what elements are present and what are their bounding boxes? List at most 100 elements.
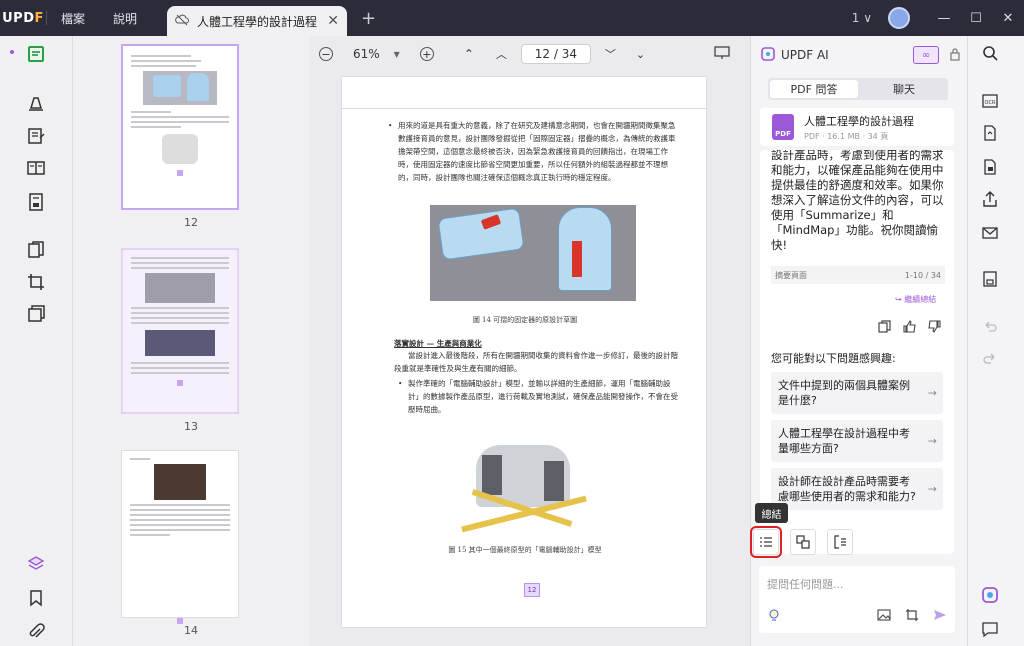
arrow-right-icon: → <box>927 482 937 496</box>
image-icon[interactable] <box>877 608 891 625</box>
thumbnail-page-14[interactable] <box>121 450 239 624</box>
translate-icon <box>796 535 810 549</box>
translate-button[interactable] <box>790 529 816 555</box>
continue-summary-link[interactable]: ↪ 繼續總結 <box>895 294 936 305</box>
document-toolbar: − 61% ▼ + ⌃ ︿ 12 / 34 ﹀ ⌄ <box>309 36 750 72</box>
add-tab-icon[interactable]: + <box>361 8 376 29</box>
suggested-question[interactable]: 文件中提到的兩個具體案例是什麼? → <box>771 372 943 414</box>
highlighter-icon[interactable] <box>26 92 46 112</box>
convert-icon[interactable] <box>981 124 999 142</box>
protect-icon[interactable] <box>981 158 999 176</box>
menu-file[interactable]: 檔案 <box>47 10 99 27</box>
figure-15-image <box>452 419 592 539</box>
page-layout-icon[interactable] <box>26 158 46 178</box>
menu-help[interactable]: 說明 <box>99 10 151 27</box>
previous-page <box>341 76 707 112</box>
left-tool-rail <box>0 36 72 646</box>
zoom-level[interactable]: 61% <box>353 47 380 61</box>
lock-icon[interactable] <box>949 47 961 64</box>
bullet-paragraph: • 製作準確的「電腦輔助設計」模型，並輸以詳細的生產細節，運用「電腦輔助設計」的數… <box>398 379 678 414</box>
app-logo[interactable]: UPDF <box>0 11 46 26</box>
summary-pages-range: 1-10 / 34 <box>904 270 941 280</box>
crop-icon[interactable] <box>26 272 46 292</box>
ai-title: UPDF AI <box>781 48 829 62</box>
chat-messages[interactable]: 設計產品時，考慮到使用者的需求和能力，以確保產品能夠在使用中提供最佳的舒適度和效… <box>760 150 954 554</box>
maximize-icon[interactable]: ☐ <box>960 11 992 26</box>
arrow-right-icon: → <box>927 434 937 448</box>
window-count-dropdown[interactable]: 1 ∨ <box>852 11 872 25</box>
tab-title: 人體工程學的設計過程 <box>197 14 318 29</box>
thumb-figure <box>143 71 217 105</box>
avatar[interactable] <box>888 7 910 29</box>
suggested-question[interactable]: 人體工程學在設計過程中考量哪些方面? → <box>771 420 943 462</box>
layers-icon[interactable] <box>26 554 46 574</box>
answer-actions <box>878 320 941 336</box>
active-dot <box>10 50 14 54</box>
first-page-icon[interactable]: ⌃ <box>464 47 474 61</box>
zoom-in-icon[interactable]: + <box>419 47 434 61</box>
search-icon[interactable] <box>981 44 999 62</box>
next-page-icon[interactable]: ﹀ <box>605 46 616 62</box>
last-page-icon[interactable]: ⌄ <box>636 48 645 61</box>
thumb-figure <box>162 134 198 164</box>
document-view[interactable]: − 61% ▼ + ⌃ ︿ 12 / 34 ﹀ ⌄ • 用來的道是具有重大的意義，… <box>309 36 750 646</box>
section-paragraph: 當設計進入最後階段，所有在開疆期間收集的資料會作進一步修訂，最後的設計階段重就是… <box>394 351 678 373</box>
ai-assistant-icon[interactable] <box>981 586 999 604</box>
summarize-tooltip: 總結 <box>755 503 788 523</box>
explain-button[interactable] <box>827 529 853 555</box>
list-icon <box>760 537 772 547</box>
zoom-dropdown-icon[interactable]: ▼ <box>394 50 400 59</box>
thumbnail-label: 12 <box>184 216 198 229</box>
summary-pages-row: 摘要頁面 1-10 / 34 <box>771 266 945 284</box>
lightbulb-icon[interactable] <box>767 608 781 625</box>
email-icon[interactable] <box>981 224 999 242</box>
copy-icon[interactable] <box>878 320 891 336</box>
redo-icon[interactable] <box>981 350 999 368</box>
summarize-button[interactable] <box>750 526 782 558</box>
bookmark-icon[interactable] <box>26 588 46 608</box>
minimize-icon[interactable]: — <box>928 11 960 26</box>
page-number-badge: 12 <box>524 583 540 597</box>
ocr-pages-icon[interactable] <box>26 304 46 324</box>
close-window-icon[interactable]: ✕ <box>992 11 1024 26</box>
figure-14-caption: 圖 14 可摺的固定器的原設計草圖 <box>472 316 578 324</box>
summary-pages-label: 摘要頁面 <box>775 270 807 280</box>
reader-icon[interactable] <box>26 44 46 64</box>
suggested-question[interactable]: 設計師在設計產品時需要考慮哪些使用者的需求和能力? → <box>771 468 943 510</box>
previous-page-icon[interactable]: ︿ <box>496 46 507 62</box>
zoom-out-icon[interactable]: − <box>319 47 333 61</box>
thumbnail-label: 14 <box>184 624 198 637</box>
ai-tool-buttons <box>750 526 853 558</box>
undo-icon[interactable] <box>981 318 999 336</box>
document-tab[interactable]: 人體工程學的設計過程 ✕ <box>167 6 348 36</box>
thumbnail-page-12[interactable] <box>121 44 239 210</box>
tab-chat[interactable]: 聊天 <box>860 78 948 100</box>
ai-answer-text: 設計產品時，考慮到使用者的需求和能力，以確保產品能夠在使用中提供最佳的舒適度和效… <box>771 150 944 252</box>
question-input[interactable]: 提問任何問題... <box>759 566 955 633</box>
edit-text-icon[interactable] <box>26 126 46 146</box>
figure-14-image <box>430 205 636 301</box>
organize-pages-icon[interactable] <box>26 240 46 260</box>
screenshot-icon[interactable] <box>905 608 919 625</box>
save-icon[interactable] <box>981 270 999 288</box>
thumbs-down-icon[interactable] <box>928 320 941 336</box>
question-input-placeholder: 提問任何問題... <box>767 578 844 591</box>
comment-icon[interactable] <box>981 620 999 638</box>
figure-15-caption: 圖 15 其中一個最終原型的「電腦輔助設計」模型 <box>448 546 602 554</box>
tab-close-icon[interactable]: ✕ <box>327 13 339 29</box>
infinity-icon[interactable]: ∞ <box>913 46 939 64</box>
thumbs-up-icon[interactable] <box>903 320 916 336</box>
pdf-page: • 用來的道是具有重大的意義，除了在研究及建構意念期間，也會在開疆期間徵集聚急數護… <box>341 108 707 628</box>
send-icon[interactable] <box>933 608 947 625</box>
arrow-right-icon: → <box>927 386 937 400</box>
cloud-off-icon <box>175 13 190 30</box>
thumbnail-page-13[interactable] <box>121 248 239 414</box>
tab-pdf-qa[interactable]: PDF 問答 <box>770 80 858 98</box>
form-icon[interactable] <box>26 192 46 212</box>
attachment-icon[interactable] <box>26 622 46 642</box>
present-icon[interactable] <box>714 45 730 63</box>
page-number-input[interactable]: 12 / 34 <box>520 44 591 64</box>
ocr-icon[interactable]: OCR <box>981 92 999 110</box>
share-icon[interactable] <box>981 190 999 208</box>
explain-icon <box>834 535 846 549</box>
